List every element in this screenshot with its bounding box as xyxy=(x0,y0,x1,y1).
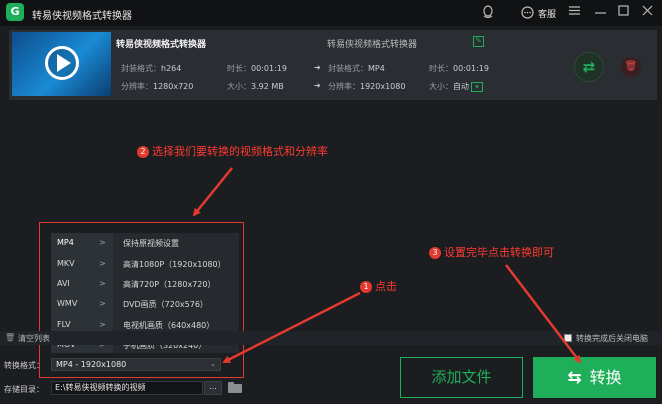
app-logo-icon: G xyxy=(6,3,24,21)
format-item-flv[interactable]: FLV > xyxy=(57,320,109,329)
output-dir-input[interactable]: E:\转易侠视频转换的视频 xyxy=(51,381,203,395)
video-thumbnail xyxy=(12,32,111,96)
resolution-item[interactable]: 电视机画质（640x480） xyxy=(123,320,214,331)
output-file-name: 转易侠视频格式转换器 xyxy=(327,40,418,50)
resolution-item[interactable]: 保持原视频设置 xyxy=(123,238,179,249)
output-size-select[interactable]: 大小：自动 ▾ xyxy=(429,81,483,92)
chevron-right-icon: > xyxy=(99,259,106,268)
format-select[interactable]: MP4 - 1920x1080 ⌄ xyxy=(51,358,221,371)
source-duration: 时长：00:01:19 xyxy=(227,64,287,73)
format-item-wmv[interactable]: WMV > xyxy=(57,299,109,308)
source-resolution: 分辨率：1280x720 xyxy=(121,82,194,91)
format-label: 转换格式： xyxy=(4,361,44,370)
arrow-to-convert-button xyxy=(505,264,582,364)
app-title: 转易侠视频格式转换器 xyxy=(32,11,132,22)
edit-icon[interactable]: ✎ xyxy=(473,36,484,47)
minimize-icon[interactable] xyxy=(595,5,606,19)
convert-button[interactable]: ⇆ 转换 xyxy=(533,357,656,398)
chevron-down-icon[interactable]: ▾ xyxy=(471,81,483,92)
maximize-icon[interactable] xyxy=(618,5,629,19)
arrow-right-icon: ➔ xyxy=(314,81,321,90)
chevron-right-icon: > xyxy=(99,279,106,288)
annotation-step-1: 1 点击 xyxy=(360,278,397,294)
annotation-step-3: 3 设置完毕点击转换即可 xyxy=(429,244,554,260)
folder-icon[interactable] xyxy=(228,382,242,393)
format-item-avi[interactable]: AVI > xyxy=(57,279,109,288)
chevron-right-icon: > xyxy=(99,299,106,308)
chevron-right-icon: > xyxy=(99,238,106,247)
add-file-button[interactable]: 添加文件 xyxy=(400,357,523,398)
list-toolbar: 🗑 清空列表 xyxy=(0,331,662,345)
resolution-item[interactable]: DVD画质（720x576） xyxy=(123,299,208,310)
source-container: 封装格式：h264 xyxy=(121,64,182,73)
source-size: 大小：3.92 MB xyxy=(227,82,284,91)
output-duration: 时长：00:01:19 xyxy=(429,64,489,73)
convert-swap-button[interactable]: ⇄ xyxy=(574,52,604,82)
format-item-mkv[interactable]: MKV > xyxy=(57,259,109,268)
chat-icon[interactable] xyxy=(521,6,534,22)
browse-button[interactable]: ... xyxy=(204,381,222,395)
menu-icon[interactable] xyxy=(569,5,580,19)
arrow-right-icon: ➔ xyxy=(314,63,321,72)
output-dir-label: 存储目录： xyxy=(4,385,44,394)
title-bar: G 转易侠视频格式转换器 客服 xyxy=(0,0,662,26)
swap-icon: ⇆ xyxy=(567,368,582,388)
delete-icon[interactable]: 🗑 xyxy=(621,57,641,77)
clear-list-button[interactable]: 清空列表 xyxy=(18,333,50,344)
chevron-down-icon: ⌄ xyxy=(210,360,216,368)
close-icon[interactable] xyxy=(642,5,653,19)
resolution-item[interactable]: 高清720P（1280x720） xyxy=(123,279,215,290)
trash-icon[interactable]: 🗑 xyxy=(5,333,15,342)
shutdown-checkbox[interactable] xyxy=(564,334,572,342)
qq-penguin-icon[interactable] xyxy=(482,5,494,22)
arrow-to-format-panel xyxy=(192,167,233,217)
arrow-to-format-select xyxy=(222,291,361,364)
chevron-right-icon: > xyxy=(99,320,106,329)
resolution-item[interactable]: 高清1080P（1920x1080） xyxy=(123,259,226,270)
shutdown-label: 转换完成后关闭电脑 xyxy=(576,334,648,343)
output-container: 封装格式：MP4 xyxy=(328,64,385,73)
play-icon xyxy=(57,54,71,72)
source-file-name: 转易侠视频格式转换器 xyxy=(116,40,207,50)
output-resolution: 分辨率：1920x1080 xyxy=(328,82,406,91)
support-label[interactable]: 客服 xyxy=(538,7,556,20)
annotation-step-2: 2 选择我们要转换的视频格式和分辨率 xyxy=(137,143,328,159)
format-item-mp4[interactable]: MP4 > xyxy=(57,238,109,247)
